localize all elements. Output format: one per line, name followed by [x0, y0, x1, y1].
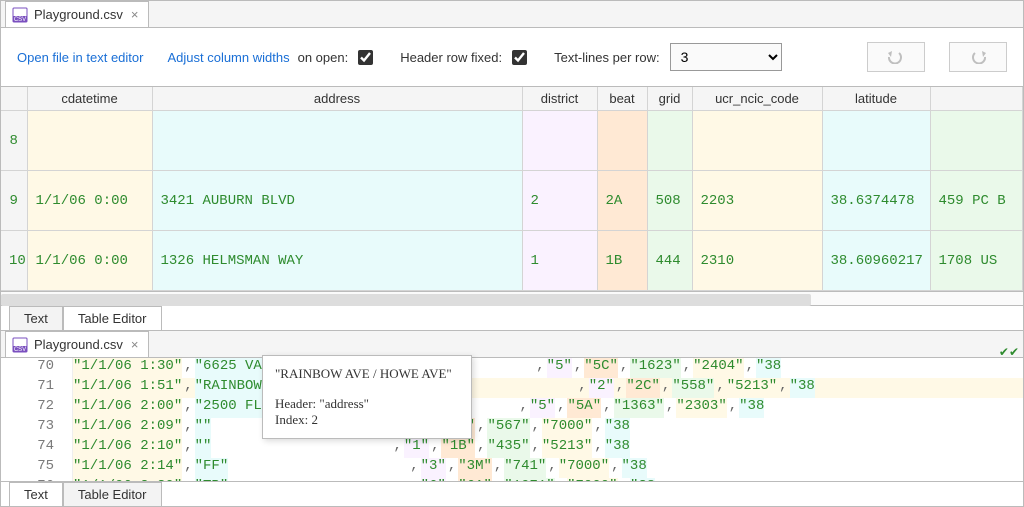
close-icon[interactable]: × [129, 337, 141, 352]
row-number: 10 [1, 231, 27, 291]
header-row-fixed-label: Header row fixed: [400, 50, 502, 65]
cell-grid[interactable]: 508 [647, 171, 692, 231]
adjust-column-widths-link[interactable]: Adjust column widths [167, 50, 289, 65]
table-row[interactable]: 8 [1, 111, 1023, 171]
col-header-cdatetime[interactable]: cdatetime [27, 87, 152, 111]
table-editor-grid: cdatetime address district beat grid ucr… [1, 87, 1023, 292]
line-number: 70 [1, 358, 73, 378]
cell-ucr[interactable]: 2310 [692, 231, 822, 291]
csv-file-icon: CSV [12, 7, 28, 23]
text-line[interactable]: 73"1/1/06 2:09","","2","2C","567","7000"… [1, 418, 1023, 438]
cell-address[interactable]: 1326 HELMSMAN WAY [152, 231, 522, 291]
open-in-text-editor-link[interactable]: Open file in text editor [17, 50, 143, 65]
tooltip-value: "RAINBOW AVE / HOWE AVE" [275, 366, 459, 382]
col-header-extra[interactable] [930, 87, 1023, 111]
cell-ucr[interactable]: 2203 [692, 171, 822, 231]
file-tabstrip-lower: CSV Playground.csv × [1, 331, 1023, 358]
undo-icon [885, 50, 907, 64]
cell-address[interactable]: 3421 AUBURN BLVD [152, 171, 522, 231]
row-number: 9 [1, 171, 27, 231]
cell-beat[interactable]: 2A [597, 171, 647, 231]
file-tab-label: Playground.csv [34, 7, 123, 22]
cell-district[interactable]: 1 [522, 231, 597, 291]
line-number: 71 [1, 378, 73, 398]
col-header-district[interactable]: district [522, 87, 597, 111]
cell-ucr[interactable] [692, 111, 822, 171]
file-tab[interactable]: CSV Playground.csv × [5, 1, 149, 27]
text-line[interactable]: 76"1/1/06 2:30","TP","6","6A","1071","70… [1, 478, 1023, 481]
tooltip-header-line: Header: "address" [275, 396, 459, 412]
cell-grid[interactable] [647, 111, 692, 171]
col-header-ucr[interactable]: ucr_ncic_code [692, 87, 822, 111]
csv-file-icon: CSV [12, 337, 28, 353]
text-line[interactable]: 70"1/1/06 1:30","6625 VALLEY HI DR","5",… [1, 358, 1023, 378]
file-tab-lower[interactable]: CSV Playground.csv × [5, 331, 149, 357]
tooltip-index-line: Index: 2 [275, 412, 459, 428]
view-tabs-lower: Text Table Editor [1, 481, 1023, 506]
tab-table-editor[interactable]: Table Editor [63, 306, 162, 330]
close-icon[interactable]: × [129, 7, 141, 22]
col-header-address[interactable]: address [152, 87, 522, 111]
horizontal-scrollbar[interactable] [1, 292, 1023, 306]
cell-extra[interactable]: 459 PC B [930, 171, 1023, 231]
row-number: 8 [1, 111, 27, 171]
line-number: 74 [1, 438, 73, 458]
cell-district[interactable]: 2 [522, 171, 597, 231]
svg-text:CSV: CSV [14, 347, 26, 353]
column-header-row: cdatetime address district beat grid ucr… [1, 87, 1023, 111]
redo-button[interactable] [949, 42, 1007, 72]
file-tabstrip: CSV Playground.csv × [1, 1, 1023, 28]
table-row[interactable]: 101/1/06 0:001326 HELMSMAN WAY11B4442310… [1, 231, 1023, 291]
undo-button[interactable] [867, 42, 925, 72]
svg-text:CSV: CSV [14, 17, 26, 23]
text-line[interactable]: 72"1/1/06 2:00","2500 FLORIN ...","5","5… [1, 398, 1023, 418]
line-number: 72 [1, 398, 73, 418]
col-header-beat[interactable]: beat [597, 87, 647, 111]
text-lines-per-row-label: Text-lines per row: [554, 50, 659, 65]
cell-latitude[interactable]: 38.60960217 [822, 231, 930, 291]
cell-beat[interactable] [597, 111, 647, 171]
col-header-latitude[interactable]: latitude [822, 87, 930, 111]
text-line[interactable]: 71"1/1/06 1:51","RAINBOW AVE / HOWE AVE"… [1, 378, 1023, 398]
view-tabs-upper: Text Table Editor [1, 306, 1023, 331]
status-check-icon: ✔✔ [999, 345, 1019, 359]
tab-table-editor-lower[interactable]: Table Editor [63, 482, 162, 506]
on-open-checkbox[interactable] [358, 50, 373, 65]
text-line[interactable]: 75"1/1/06 2:14","FF","3","3M","741","700… [1, 458, 1023, 478]
cell-cdatetime[interactable]: 1/1/06 0:00 [27, 231, 152, 291]
cell-grid[interactable]: 444 [647, 231, 692, 291]
cell-tooltip: "RAINBOW AVE / HOWE AVE" Header: "addres… [262, 355, 472, 439]
line-number: 73 [1, 418, 73, 438]
col-header-grid[interactable]: grid [647, 87, 692, 111]
cell-latitude[interactable]: 38.6374478 [822, 171, 930, 231]
text-line[interactable]: 74"1/1/06 2:10","","1","1B","435","5213"… [1, 438, 1023, 458]
cell-cdatetime[interactable] [27, 111, 152, 171]
header-row-fixed-checkbox[interactable] [512, 50, 527, 65]
cell-district[interactable] [522, 111, 597, 171]
text-lines-per-row-select[interactable]: 3 [670, 43, 782, 71]
file-tab-lower-label: Playground.csv [34, 337, 123, 352]
on-open-label: on open: [298, 50, 349, 65]
tab-text-lower[interactable]: Text [9, 482, 63, 506]
cell-extra[interactable] [930, 111, 1023, 171]
toolbar: Open file in text editor Adjust column w… [1, 28, 1023, 87]
cell-extra[interactable]: 1708 US [930, 231, 1023, 291]
text-view[interactable]: 70"1/1/06 1:30","6625 VALLEY HI DR","5",… [1, 358, 1023, 481]
line-number: 75 [1, 458, 73, 478]
cell-beat[interactable]: 1B [597, 231, 647, 291]
redo-icon [967, 50, 989, 64]
cell-cdatetime[interactable]: 1/1/06 0:00 [27, 171, 152, 231]
line-number: 76 [1, 478, 73, 481]
table-row[interactable]: 91/1/06 0:003421 AUBURN BLVD22A508220338… [1, 171, 1023, 231]
cell-address[interactable] [152, 111, 522, 171]
cell-latitude[interactable] [822, 111, 930, 171]
tab-text[interactable]: Text [9, 306, 63, 330]
